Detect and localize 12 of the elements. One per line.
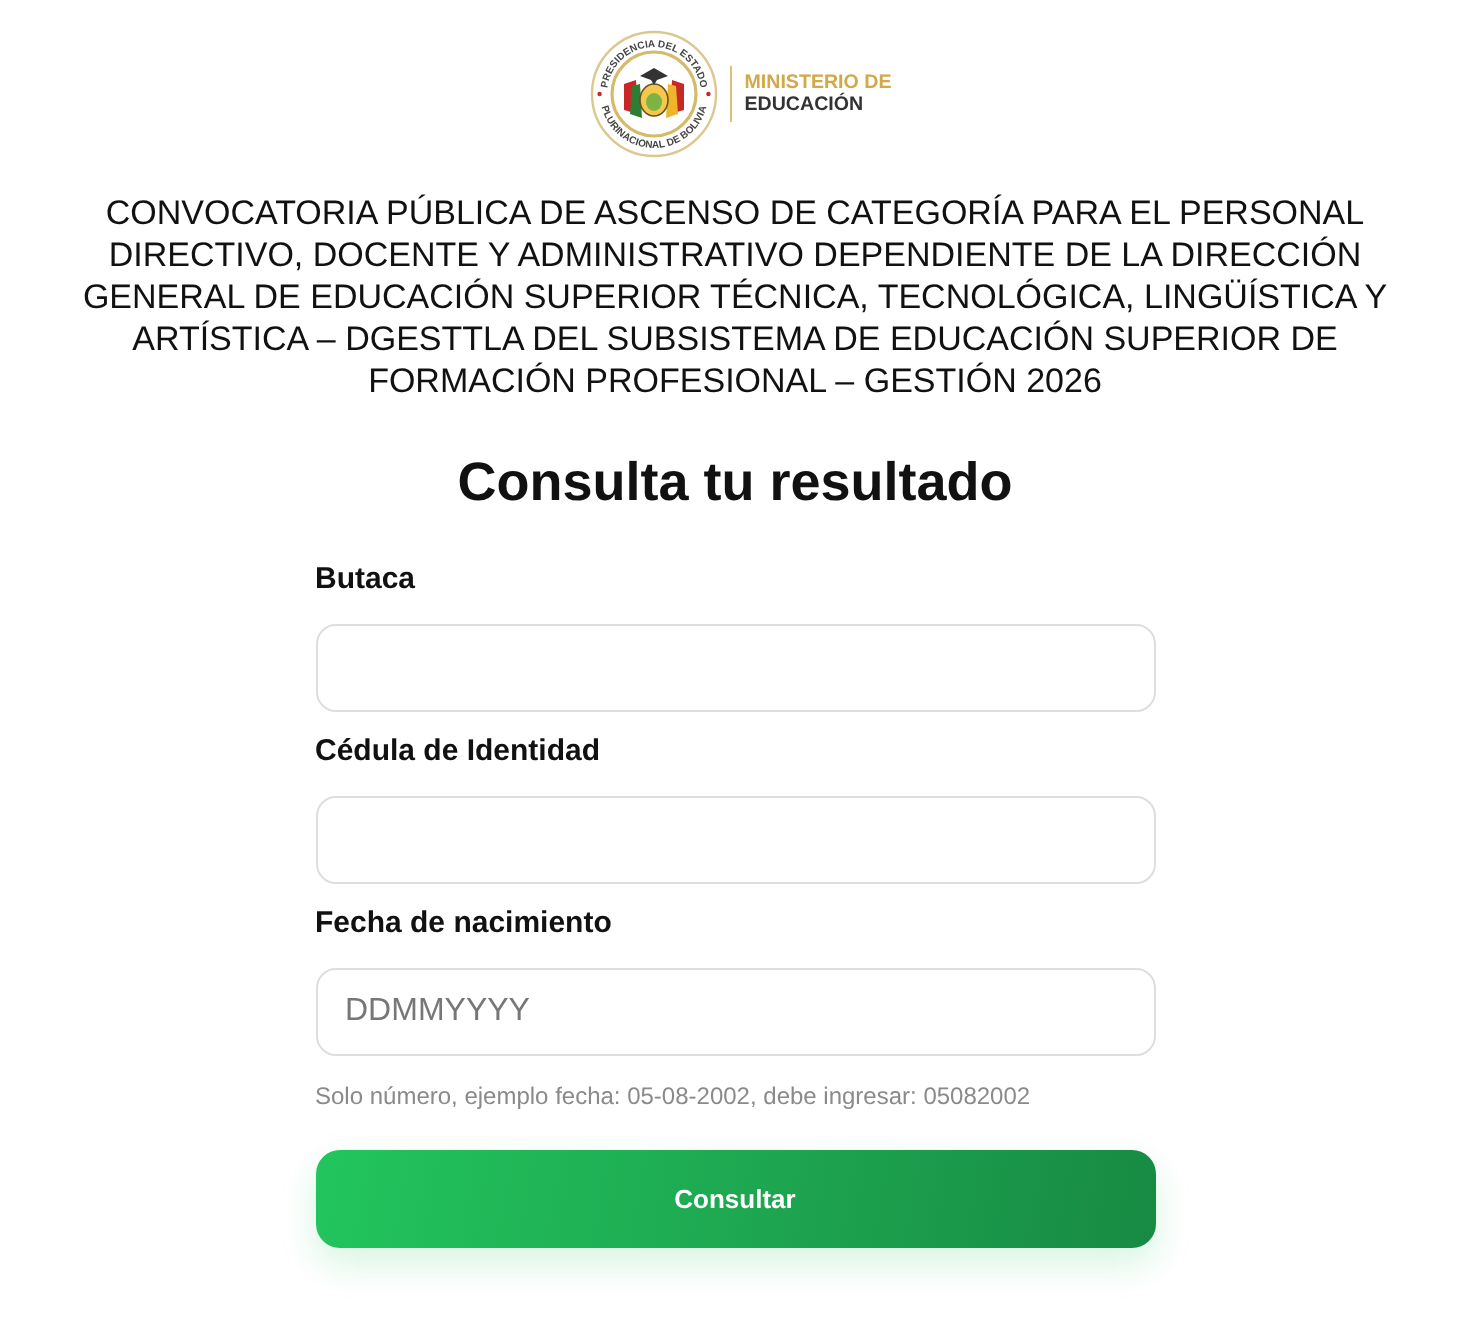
field-label: Cédula de Identidad xyxy=(315,734,603,770)
page-title: Consulta tu resultado xyxy=(457,450,1013,514)
hint-text: Solo número, ejemplo fecha: 05-08-2002, debe ingresar: 05082002 xyxy=(315,1082,1033,1110)
input-field[interactable] xyxy=(315,796,1155,884)
field-label: Fecha de nacimiento xyxy=(315,906,614,942)
ministry-name: MINISTERIO DE xyxy=(744,72,892,94)
ministry-name: EDUCACIÓN xyxy=(744,94,866,116)
input-field[interactable]: DDMMYYYY xyxy=(315,968,1155,1056)
field-label: Butaca xyxy=(315,562,418,598)
input-field[interactable] xyxy=(315,624,1155,712)
submit-button[interactable]: Consultar xyxy=(315,1150,1155,1248)
announcement-text: CONVOCATORIA PÚBLICA DE ASCENSO DE CATEGORÍA PARA EL PERSONAL DIRECTIVO, DOCENTE Y ADMINISTRATIVO DEPENDIENTE DE LA DIRECCIÓN GENERAL DE EDUCACIÓN SUPERIOR TÉCNICA, TECNOLÓGICA, LINGÜÍSTICA Y ARTÍSTICA – DGESTTLA DEL SUBSISTEMA DE EDUCACIÓN SUPERIOR DE FORMACIÓN PROFESIONAL – GESTIÓN 2026 xyxy=(80,192,1390,402)
